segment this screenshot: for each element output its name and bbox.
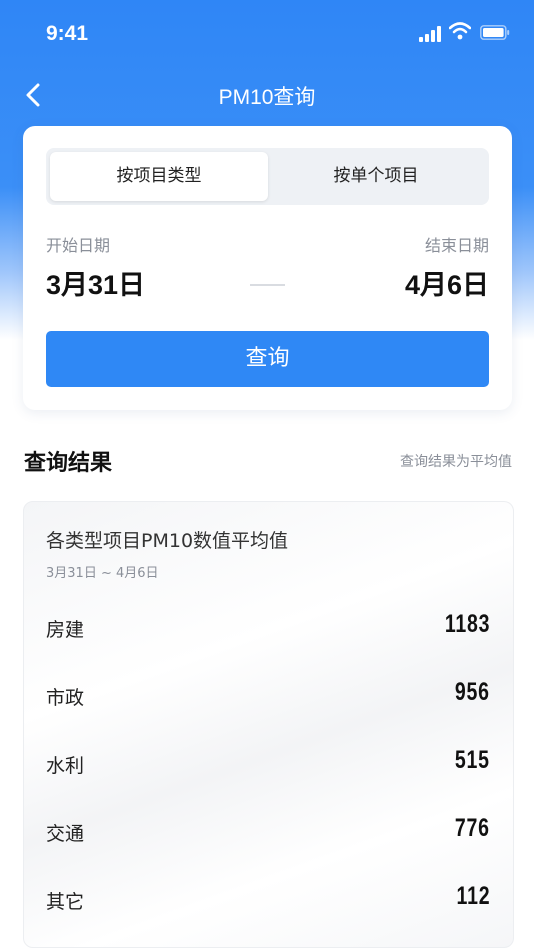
- page-title: PM10查询: [218, 86, 316, 109]
- result-row: 其它 112: [46, 879, 490, 919]
- status-bar: 9:41: [0, 0, 534, 70]
- start-date-picker[interactable]: 3月31日: [46, 263, 145, 302]
- status-time: 9:41: [46, 22, 89, 45]
- result-card-title: 各类型项目PM10数值平均值: [46, 530, 289, 552]
- cellular-signal-icon: [419, 26, 443, 42]
- query-mode-segment: 按项目类型 按单个项目: [46, 148, 489, 205]
- result-date-range: 3月31日 ~ 4月6日: [46, 566, 159, 581]
- date-range-divider: [250, 284, 285, 286]
- row-value: 1183: [444, 610, 490, 638]
- tab-by-single-project[interactable]: 按单个项目: [267, 152, 485, 201]
- wifi-icon: [449, 22, 471, 40]
- end-date-picker[interactable]: 4月6日: [405, 263, 489, 302]
- row-value: 515: [455, 746, 490, 774]
- row-label: 交通: [46, 823, 85, 845]
- row-label: 市政: [46, 687, 85, 709]
- result-row: 交通 776: [46, 811, 490, 851]
- start-date-label: 开始日期: [46, 236, 111, 255]
- row-value: 112: [456, 882, 490, 910]
- result-row: 市政 956: [46, 675, 490, 715]
- result-row: 房建 1183: [46, 607, 490, 647]
- query-button[interactable]: 查询: [46, 331, 489, 387]
- results-note: 查询结果为平均值: [400, 454, 512, 470]
- navigation-bar: PM10查询: [0, 70, 534, 120]
- query-card: 按项目类型 按单个项目 开始日期 结束日期 3月31日 4月6日 查询: [23, 126, 512, 410]
- row-label: 其它: [46, 891, 85, 913]
- results-heading: 查询结果: [24, 451, 113, 476]
- end-date-label: 结束日期: [424, 236, 489, 255]
- row-value: 956: [455, 678, 490, 706]
- row-value: 776: [455, 814, 490, 842]
- battery-icon: [480, 25, 510, 40]
- row-label: 水利: [46, 755, 85, 777]
- result-row: 水利 515: [46, 743, 490, 783]
- row-label: 房建: [46, 619, 85, 641]
- tab-by-project-type[interactable]: 按项目类型: [50, 152, 268, 201]
- result-card: 各类型项目PM10数值平均值 3月31日 ~ 4月6日 房建 1183 市政 9…: [23, 501, 514, 948]
